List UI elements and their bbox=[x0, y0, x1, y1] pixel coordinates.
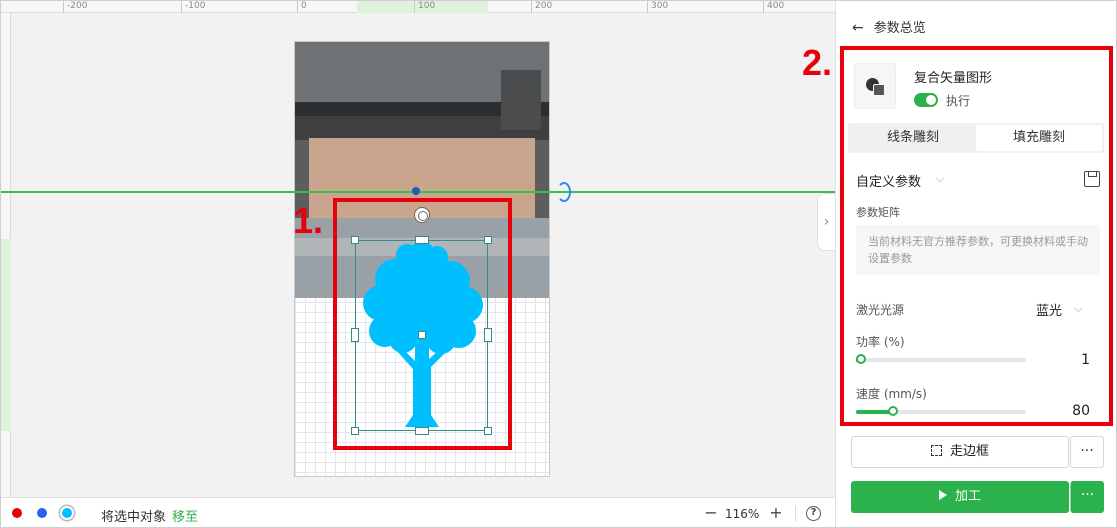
ruler-label: 0 bbox=[301, 1, 307, 11]
annotation-box-2 bbox=[840, 46, 1113, 426]
annotation-label-2: 2. bbox=[802, 42, 833, 83]
left-ruler bbox=[1, 13, 11, 497]
frame-more-button[interactable]: ··· bbox=[1070, 436, 1104, 468]
divider bbox=[795, 506, 796, 522]
process-more-button[interactable]: ··· bbox=[1070, 481, 1104, 513]
play-icon bbox=[938, 490, 947, 500]
color-dot-blue[interactable] bbox=[37, 508, 47, 518]
panel-title: 参数总览 bbox=[873, 21, 926, 36]
back-arrow-icon[interactable]: ← bbox=[852, 20, 864, 36]
ruler-label: 100 bbox=[418, 1, 436, 11]
color-dot-red[interactable] bbox=[12, 508, 22, 518]
app-window: -200 -100 0 100 200 300 400 1. › 将选中对象 移… bbox=[0, 0, 1117, 528]
frame-button-label: 走边框 bbox=[949, 444, 989, 459]
zoom-in-button[interactable]: + bbox=[767, 503, 785, 522]
ruler-label: 200 bbox=[535, 1, 553, 11]
status-bar: 将选中对象 移至 − 116% + ? bbox=[1, 497, 835, 527]
ruler-label: -200 bbox=[67, 1, 88, 11]
guide-center-marker bbox=[412, 187, 420, 195]
top-ruler: -200 -100 0 100 200 300 400 bbox=[1, 1, 835, 13]
process-button[interactable]: 加工 bbox=[851, 481, 1069, 513]
parameters-panel: ← 参数总览 复合矢量图形 执行 线条雕刻 填充雕刻 自定义参数 ⌵ 参数矩阵 当… bbox=[802, 1, 1116, 527]
frame-button[interactable]: 走边框 bbox=[851, 436, 1069, 468]
annotation-label-1: 1. bbox=[293, 200, 324, 241]
annotation-box-1 bbox=[333, 198, 512, 450]
guide-drag-handle-icon[interactable] bbox=[557, 182, 571, 202]
status-text: 将选中对象 bbox=[101, 510, 167, 525]
frame-dashed-square-icon bbox=[930, 445, 942, 456]
panel-header: ← 参数总览 bbox=[852, 17, 926, 36]
status-message: 将选中对象 移至 bbox=[101, 506, 198, 525]
ruler-label: -100 bbox=[185, 1, 206, 11]
collapse-panel-button[interactable]: › bbox=[817, 193, 835, 251]
process-button-label: 加工 bbox=[954, 489, 981, 504]
help-icon[interactable]: ? bbox=[806, 506, 821, 521]
canvas[interactable]: -200 -100 0 100 200 300 400 1. › bbox=[1, 1, 835, 497]
move-to-link[interactable]: 移至 bbox=[172, 510, 198, 525]
ruler-label: 400 bbox=[767, 1, 785, 11]
zoom-out-button[interactable]: − bbox=[702, 503, 720, 522]
chevron-right-icon: › bbox=[823, 214, 830, 230]
ruler-label: 300 bbox=[651, 1, 669, 11]
zoom-level: 116% bbox=[725, 507, 760, 521]
color-dot-cyan[interactable] bbox=[62, 508, 72, 518]
